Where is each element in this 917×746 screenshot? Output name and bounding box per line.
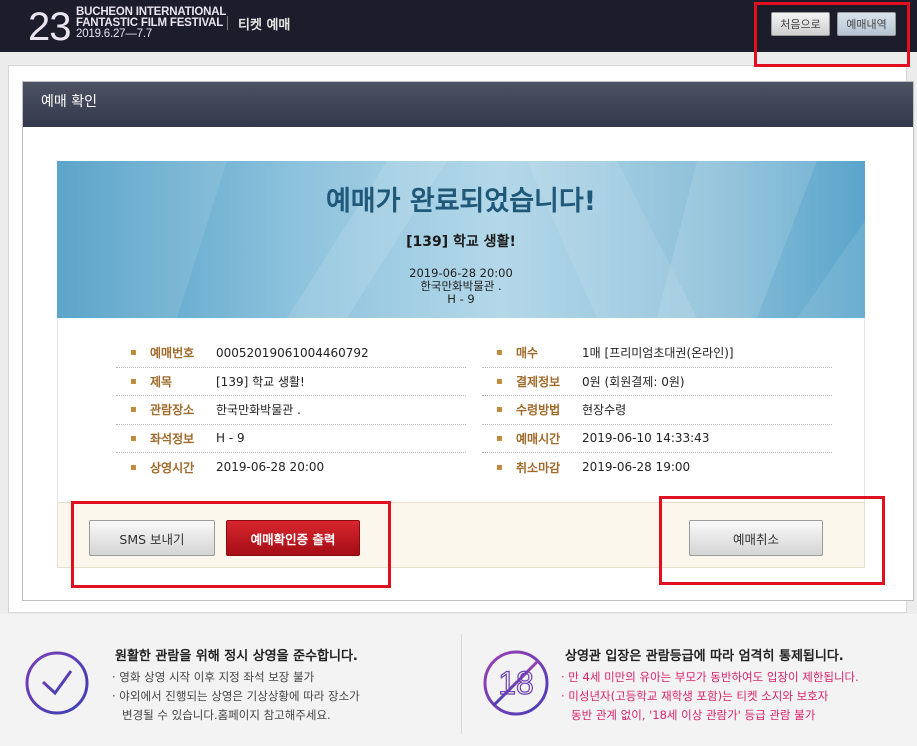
home-button[interactable]: 처음으로 [771,12,830,36]
notice-footer: 원활한 관람을 위해 정시 상영을 준수합니다. · 영화 상영 시작 이후 지… [0,614,917,746]
bullet-icon: ▪ [130,347,137,359]
detail-label: 상영시간 [150,460,195,475]
top-header: 23 BUCHEON INTERNATIONAL FANTASTIC FILM … [0,0,917,52]
notice-rating-line: · 만 4세 미만의 유아는 부모가 동반하여도 입장이 제한됩니다. [561,670,859,684]
detail-label: 제목 [150,374,173,389]
detail-value: 00052019061004460792 [216,345,369,360]
send-sms-button[interactable]: SMS 보내기 [89,520,215,556]
detail-row: ▪ 예매번호 00052019061004460792 [116,339,466,368]
details-right-column: ▪ 매수 1매 [프리미엄초대권(온라인)] ▪ 결제정보 0원 (회원결제: 0원) … [482,339,832,482]
detail-value: 2019-06-10 14:33:43 [582,431,710,446]
detail-value: [139] 학교 생활! [216,374,305,389]
detail-value: 2019-06-28 19:00 [582,460,691,475]
detail-label: 수령방법 [516,403,561,418]
card-header: 예매 확인 [23,82,913,127]
detail-row: ▪ 결제정보 0원 (회원결제: 0원) [482,368,832,396]
booking-history-button[interactable]: 예매내역 [837,12,896,36]
detail-value: 한국만화박물관 . [216,403,301,418]
detail-value: H - 9 [216,431,245,446]
festival-logo-number[interactable]: 23 [28,5,71,49]
bullet-icon: ▪ [130,375,137,387]
detail-row: ▪ 상영시간 2019-06-28 20:00 [116,453,466,482]
detail-row: ▪ 좌석정보 H - 9 [116,425,466,453]
movie-title: [139] 학교 생활! [406,234,516,250]
cancel-booking-button[interactable]: 예매취소 [689,520,823,556]
print-confirmation-button[interactable]: 예매확인증 출력 [226,520,360,556]
detail-label: 매수 [516,346,539,361]
notice-time-line: 변경될 수 있습니다.홈페이지 참고해주세요. [122,708,331,722]
notice-time-title: 원활한 관람을 위해 정시 상영을 준수합니다. [115,649,358,664]
age-number: 18 [498,665,534,701]
bullet-icon: ▪ [496,461,503,473]
detail-label: 예매번호 [150,346,195,361]
card-title: 예매 확인 [41,94,97,110]
bullet-icon: ▪ [496,375,503,387]
detail-value: 1매 [프리미엄초대권(온라인)] [582,346,734,361]
completion-banner: 예매가 완료되었습니다! [139] 학교 생활! 2019-06-28 20:… [57,161,865,318]
detail-label: 취소마감 [516,460,561,475]
bullet-icon: ▪ [496,432,503,444]
booking-confirm-card: 예매 확인 예매가 완료되었습니다! [139] 학교 생활! 2019-06-… [22,81,914,601]
footer-divider [461,634,462,734]
notice-rating-line: · 미성년자(고등학교 재학생 포함)는 티켓 소지와 보호자 [561,689,829,703]
detail-value: 현장수령 [582,403,627,418]
detail-row: ▪ 수령방법 현장수령 [482,396,832,425]
details-left-column: ▪ 예매번호 00052019061004460792 ▪ 제목 [139] 학교 생활… [116,339,466,482]
clock-icon [25,651,89,715]
bullet-icon: ▪ [130,461,137,473]
logo-date: 2019.6.27—7.7 [76,28,153,40]
detail-label: 결제정보 [516,374,561,389]
notice-rating-title: 상영관 입장은 관람등급에 따라 엄격히 통제됩니다. [565,649,844,664]
booking-details: ▪ 예매번호 00052019061004460792 ▪ 제목 [139] 학교 생활… [57,318,865,502]
header-divider [227,16,228,30]
notice-time-line: · 영화 상영 시작 이후 지정 좌석 보장 불가 [112,670,315,684]
notice-time-line: · 야외에서 진행되는 상영은 기상상황에 따라 장소가 [112,689,360,703]
age-restriction-icon: 18 [483,650,549,716]
detail-row: ▪ 관람장소 한국만화박물관 . [116,396,466,425]
detail-label: 좌석정보 [150,431,195,446]
screening-info: 2019-06-28 20:00 한국만화박물관 . H - 9 [57,267,865,306]
seat-number: H - 9 [447,292,475,306]
festival-logo[interactable]: BUCHEON INTERNATIONAL FANTASTIC FILM FES… [76,6,226,40]
bullet-icon: ▪ [130,432,137,444]
detail-value: 0원 (회원결제: 0원) [582,374,685,389]
section-title: 티켓 예매 [238,18,291,33]
bullet-icon: ▪ [496,347,503,359]
action-bar: SMS 보내기 예매확인증 출력 예매취소 [57,502,865,568]
detail-row: ▪ 예매시간 2019-06-10 14:33:43 [482,425,832,453]
bullet-icon: ▪ [130,404,137,416]
detail-row: ▪ 취소마감 2019-06-28 19:00 [482,453,832,482]
bullet-icon: ▪ [496,404,503,416]
detail-row: ▪ 매수 1매 [프리미엄초대권(온라인)] [482,339,832,368]
detail-row: ▪ 제목 [139] 학교 생활! [116,368,466,396]
completion-title: 예매가 완료되었습니다! [325,186,597,217]
notice-rating-line: 동반 관계 없이, '18세 이상 관람가' 등급 관람 불가 [571,708,816,722]
detail-label: 관람장소 [150,403,195,418]
detail-label: 예매시간 [516,431,561,446]
detail-value: 2019-06-28 20:00 [216,460,325,475]
